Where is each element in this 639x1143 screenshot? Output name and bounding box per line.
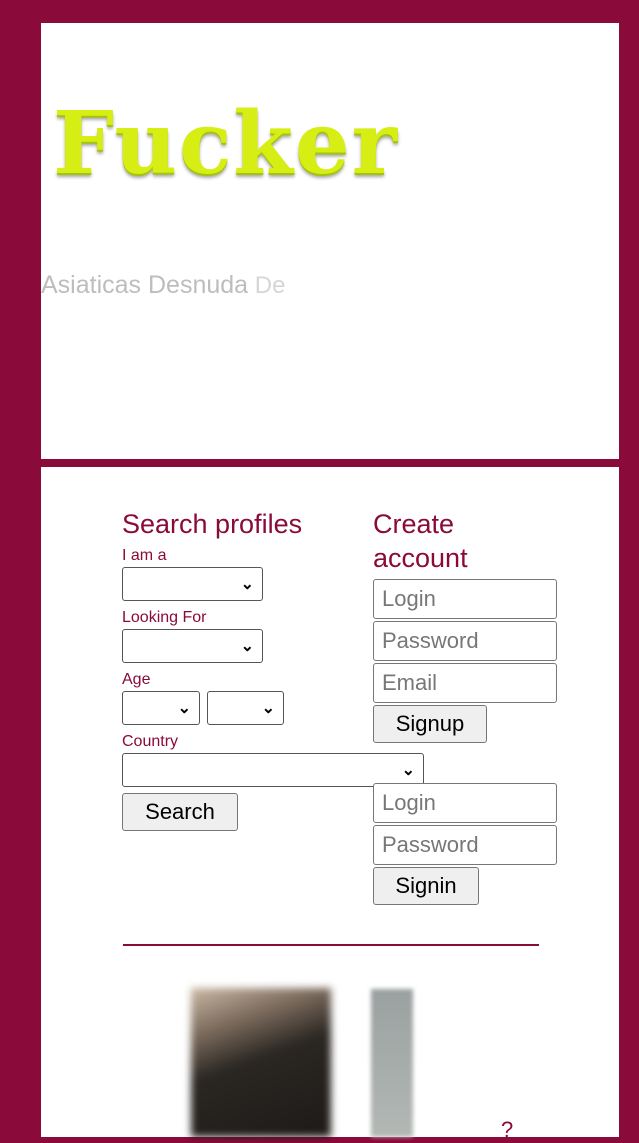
age-min-select[interactable]: ⌄ [122,691,200,725]
chevron-down-icon: ⌄ [240,638,254,655]
looking-for-label: Looking For [122,609,207,626]
signup-login-input[interactable]: Login [373,579,557,619]
chevron-down-icon: ⌄ [240,576,254,593]
signup-button[interactable]: Signup [373,705,487,743]
section-divider [123,944,539,946]
signin-button[interactable]: Signin [373,867,479,905]
signup-email-input[interactable]: Email [373,663,557,703]
chevron-down-icon: ⌄ [177,700,191,717]
tagline: Asiaticas Desnuda De [41,271,285,300]
age-max-select[interactable]: ⌄ [207,691,284,725]
chevron-down-icon: ⌄ [401,762,415,779]
search-button[interactable]: Search [122,793,238,831]
profile-photo[interactable] [191,988,331,1137]
tagline-main: Asiaticas Desnuda [41,271,249,299]
signin-password-input[interactable]: Password [373,825,557,865]
signup-password-input[interactable]: Password [373,621,557,661]
header-panel: Fucker Asiaticas Desnuda De [41,23,619,459]
country-select[interactable]: ⌄ [122,753,424,787]
create-account-title-line2: account [373,543,468,573]
search-profiles-title: Search profiles [122,509,303,539]
i-am-label: I am a [122,547,167,564]
i-am-select[interactable]: ⌄ [122,567,263,601]
site-logo[interactable]: Fucker [53,101,399,187]
signin-login-input[interactable]: Login [373,783,557,823]
chevron-down-icon: ⌄ [261,700,275,717]
profile-photo[interactable] [371,989,413,1137]
age-label: Age [122,671,151,688]
tagline-suffix: De [254,272,286,299]
create-account-title-line1: Create [373,509,455,539]
looking-for-select[interactable]: ⌄ [122,629,263,663]
partial-glyph: ? [501,1117,514,1142]
content-panel: Search profiles I am a ⌄ Looking For ⌄ A… [41,467,619,1142]
country-label: Country [122,733,179,750]
